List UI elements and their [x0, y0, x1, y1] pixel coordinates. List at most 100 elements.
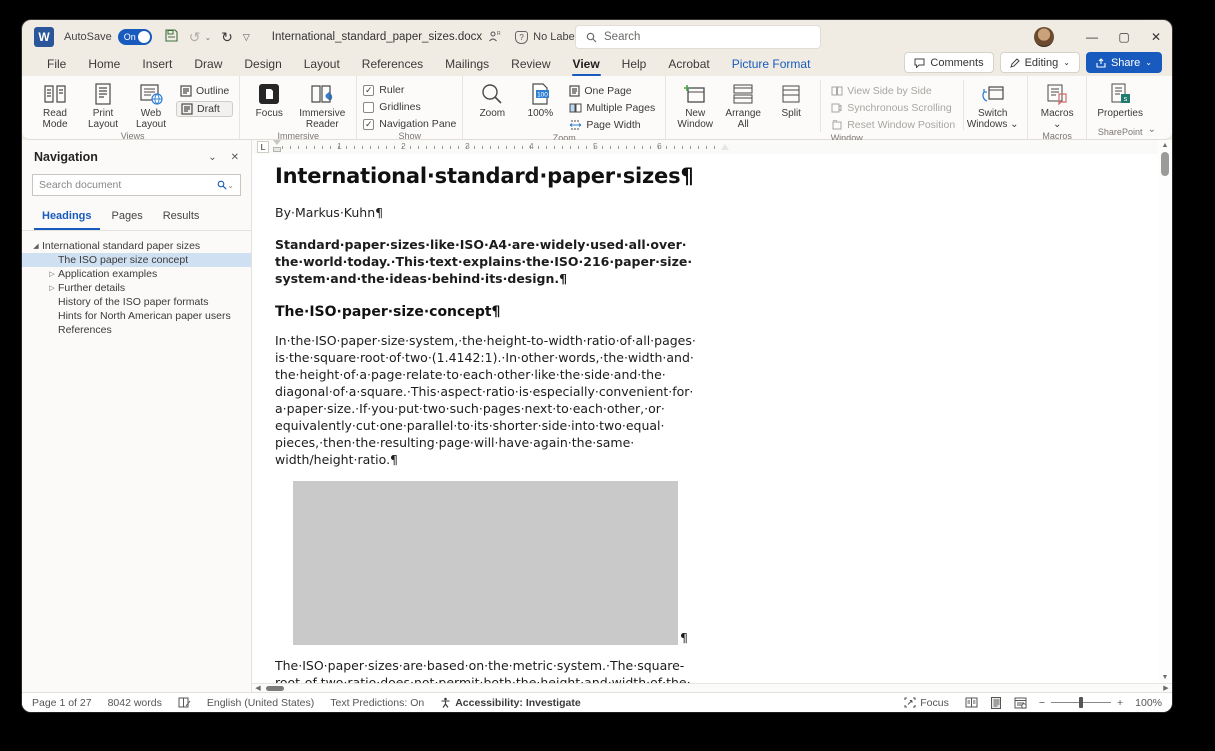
first-line-indent-marker[interactable]	[273, 140, 281, 145]
macros-button[interactable]: Macros⌄	[1034, 80, 1080, 130]
customize-qat-icon[interactable]: ▽	[243, 32, 250, 43]
gridlines-checkbox[interactable]: Gridlines	[363, 101, 456, 113]
document-title[interactable]: International_standard_paper_sizes.docx	[272, 31, 482, 43]
horizontal-ruler[interactable]: L 1 2 3 4 5 6	[252, 140, 1172, 154]
tab-insert[interactable]: Insert	[131, 55, 183, 76]
redo-icon[interactable]: ↻	[221, 29, 233, 46]
zoom-button[interactable]: Zoom	[469, 80, 515, 119]
tab-picture-format[interactable]: Picture Format	[721, 55, 822, 76]
tab-view[interactable]: View	[562, 55, 611, 76]
page-indicator[interactable]: Page 1 of 27	[32, 697, 92, 709]
immersive-reader-button[interactable]: Immersive Reader	[294, 80, 350, 130]
comments-button[interactable]: Comments	[904, 52, 993, 73]
search-box[interactable]: Search	[575, 25, 821, 49]
zoom-in-icon[interactable]: +	[1117, 697, 1123, 709]
page-width-button[interactable]: Page Width	[565, 118, 659, 132]
left-indent-marker[interactable]	[273, 147, 281, 152]
tab-acrobat[interactable]: Acrobat	[657, 55, 720, 76]
vertical-scrollbar[interactable]: ▲ ▼	[1158, 140, 1172, 683]
right-indent-marker[interactable]	[721, 144, 729, 150]
tab-home[interactable]: Home	[77, 55, 131, 76]
expand-triangle-icon[interactable]: ▷	[46, 270, 58, 278]
save-icon[interactable]	[164, 28, 179, 46]
tab-help[interactable]: Help	[611, 55, 658, 76]
proofing-icon[interactable]	[178, 697, 191, 708]
presence-icon[interactable]: R	[488, 31, 501, 44]
autosave-toggle[interactable]: On	[118, 29, 152, 45]
nav-heading-item[interactable]: References	[22, 323, 251, 337]
web-layout-button[interactable]: Web Layout	[128, 80, 174, 130]
zoom-slider-track[interactable]	[1051, 702, 1111, 704]
new-window-button[interactable]: New Window	[672, 80, 718, 130]
horizontal-scrollbar[interactable]: ◀ ▶	[252, 683, 1172, 692]
multiple-pages-button[interactable]: Multiple Pages	[565, 101, 659, 115]
outline-button[interactable]: Outline	[176, 84, 233, 98]
editing-button[interactable]: Editing⌄	[1000, 52, 1080, 73]
figure-placeholder[interactable]	[293, 481, 678, 645]
nav-heading-item[interactable]: History of the ISO paper formats	[22, 295, 251, 309]
read-mode-button[interactable]: Read Mode	[32, 80, 78, 130]
scroll-left-icon[interactable]: ◀	[252, 684, 264, 692]
reset-window-position-button[interactable]: Reset Window Position	[829, 118, 957, 132]
navigation-pane-checkbox[interactable]: Navigation Pane	[363, 118, 456, 130]
view-side-by-side-button[interactable]: View Side by Side	[829, 84, 957, 98]
undo-icon[interactable]: ↺	[189, 29, 201, 46]
zoom-100-button[interactable]: 100 100%	[517, 80, 563, 119]
zoom-slider-thumb[interactable]	[1079, 697, 1083, 708]
undo-caret-icon[interactable]: ⌄	[204, 33, 211, 42]
draft-button[interactable]: Draft	[176, 101, 233, 117]
arrange-all-button[interactable]: Arrange All	[720, 80, 766, 130]
print-layout-button[interactable]: Print Layout	[80, 80, 126, 130]
nav-heading-item[interactable]: ▷Application examples	[22, 267, 251, 281]
scroll-down-icon[interactable]: ▼	[1158, 674, 1172, 681]
document-page[interactable]: International·​standard·​paper·​sizes¶ B…	[252, 154, 1158, 683]
tab-layout[interactable]: Layout	[293, 55, 351, 76]
language-indicator[interactable]: English (United States)	[207, 697, 314, 709]
switch-windows-button[interactable]: Switch Windows ⌄	[963, 80, 1021, 130]
tab-design[interactable]: Design	[233, 55, 292, 76]
ruler-checkbox[interactable]: Ruler	[363, 84, 456, 96]
restore-button[interactable]: ▢	[1108, 20, 1140, 54]
tab-file[interactable]: File	[36, 55, 77, 76]
minimize-button[interactable]: —	[1076, 20, 1108, 54]
nav-heading-item-selected[interactable]: The ISO paper size concept	[22, 253, 251, 267]
vertical-scroll-thumb[interactable]	[1161, 152, 1169, 176]
nav-search-caret-icon[interactable]: ⌄	[227, 181, 234, 190]
horizontal-scroll-thumb[interactable]	[266, 686, 284, 691]
zoom-percentage[interactable]: 100%	[1135, 697, 1162, 709]
nav-tab-results[interactable]: Results	[155, 206, 208, 230]
zoom-out-icon[interactable]: −	[1039, 697, 1045, 709]
avatar[interactable]	[1034, 27, 1054, 47]
focus-mode-button[interactable]: Focus	[904, 697, 949, 709]
tab-selector[interactable]: L	[257, 141, 269, 153]
tab-draw[interactable]: Draw	[183, 55, 233, 76]
word-count[interactable]: 8042 words	[108, 697, 162, 709]
read-mode-view-icon[interactable]	[965, 697, 978, 708]
nav-search-input[interactable]: Search document ⌄	[32, 174, 241, 196]
tab-mailings[interactable]: Mailings	[434, 55, 500, 76]
nav-tab-headings[interactable]: Headings	[34, 206, 100, 230]
focus-button[interactable]: Focus	[246, 80, 292, 119]
properties-button[interactable]: s Properties	[1093, 80, 1147, 119]
word-logo-icon[interactable]: W	[34, 27, 54, 47]
nav-tab-pages[interactable]: Pages	[104, 206, 151, 230]
zoom-slider[interactable]: − +	[1039, 697, 1123, 709]
collapse-ribbon-icon[interactable]: ⌄	[1148, 124, 1156, 135]
close-button[interactable]: ✕	[1140, 20, 1172, 54]
tab-references[interactable]: References	[351, 55, 434, 76]
share-button[interactable]: Share⌄	[1086, 52, 1162, 73]
nav-close-icon[interactable]: ✕	[231, 152, 239, 163]
expand-triangle-icon[interactable]: ▷	[46, 284, 58, 292]
one-page-button[interactable]: One Page	[565, 84, 659, 98]
nav-heading-item[interactable]: ◢International standard paper sizes	[22, 239, 251, 253]
print-layout-view-icon[interactable]	[990, 697, 1002, 709]
nav-heading-item[interactable]: Hints for North American paper users	[22, 309, 251, 323]
tab-review[interactable]: Review	[500, 55, 561, 76]
scroll-right-icon[interactable]: ▶	[1160, 684, 1172, 692]
accessibility-status[interactable]: Accessibility: Investigate	[440, 697, 580, 709]
nav-options-chevron-icon[interactable]: ⌄	[208, 152, 216, 163]
text-predictions[interactable]: Text Predictions: On	[330, 697, 424, 709]
nav-heading-item[interactable]: ▷Further details	[22, 281, 251, 295]
collapse-triangle-icon[interactable]: ◢	[30, 242, 42, 250]
scroll-up-icon[interactable]: ▲	[1158, 142, 1172, 149]
